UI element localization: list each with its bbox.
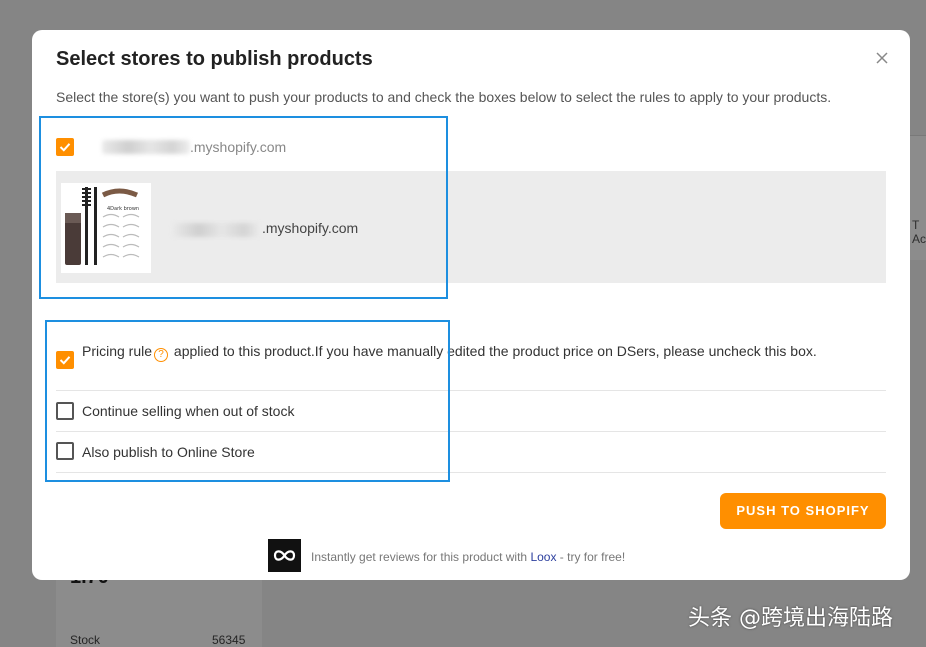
loox-promo: Instantly get reviews for this product w… — [311, 550, 625, 564]
store-section-highlight — [39, 116, 448, 299]
close-icon[interactable] — [872, 48, 892, 68]
loox-promo-suffix: - try for free! — [556, 550, 626, 564]
publish-modal: Select stores to publish products Select… — [32, 30, 910, 580]
modal-description: Select the store(s) you want to push you… — [56, 89, 832, 105]
loox-promo-text: Instantly get reviews for this product w… — [311, 550, 531, 564]
watermark: 头条 @跨境出海陆路 — [688, 606, 893, 631]
loox-logo — [268, 539, 301, 572]
push-to-shopify-button[interactable]: PUSH TO SHOPIFY — [720, 493, 886, 529]
loox-link[interactable]: Loox — [530, 550, 556, 564]
infinity-icon — [273, 550, 296, 561]
rules-section-highlight — [45, 320, 450, 482]
modal-title: Select stores to publish products — [56, 48, 373, 70]
